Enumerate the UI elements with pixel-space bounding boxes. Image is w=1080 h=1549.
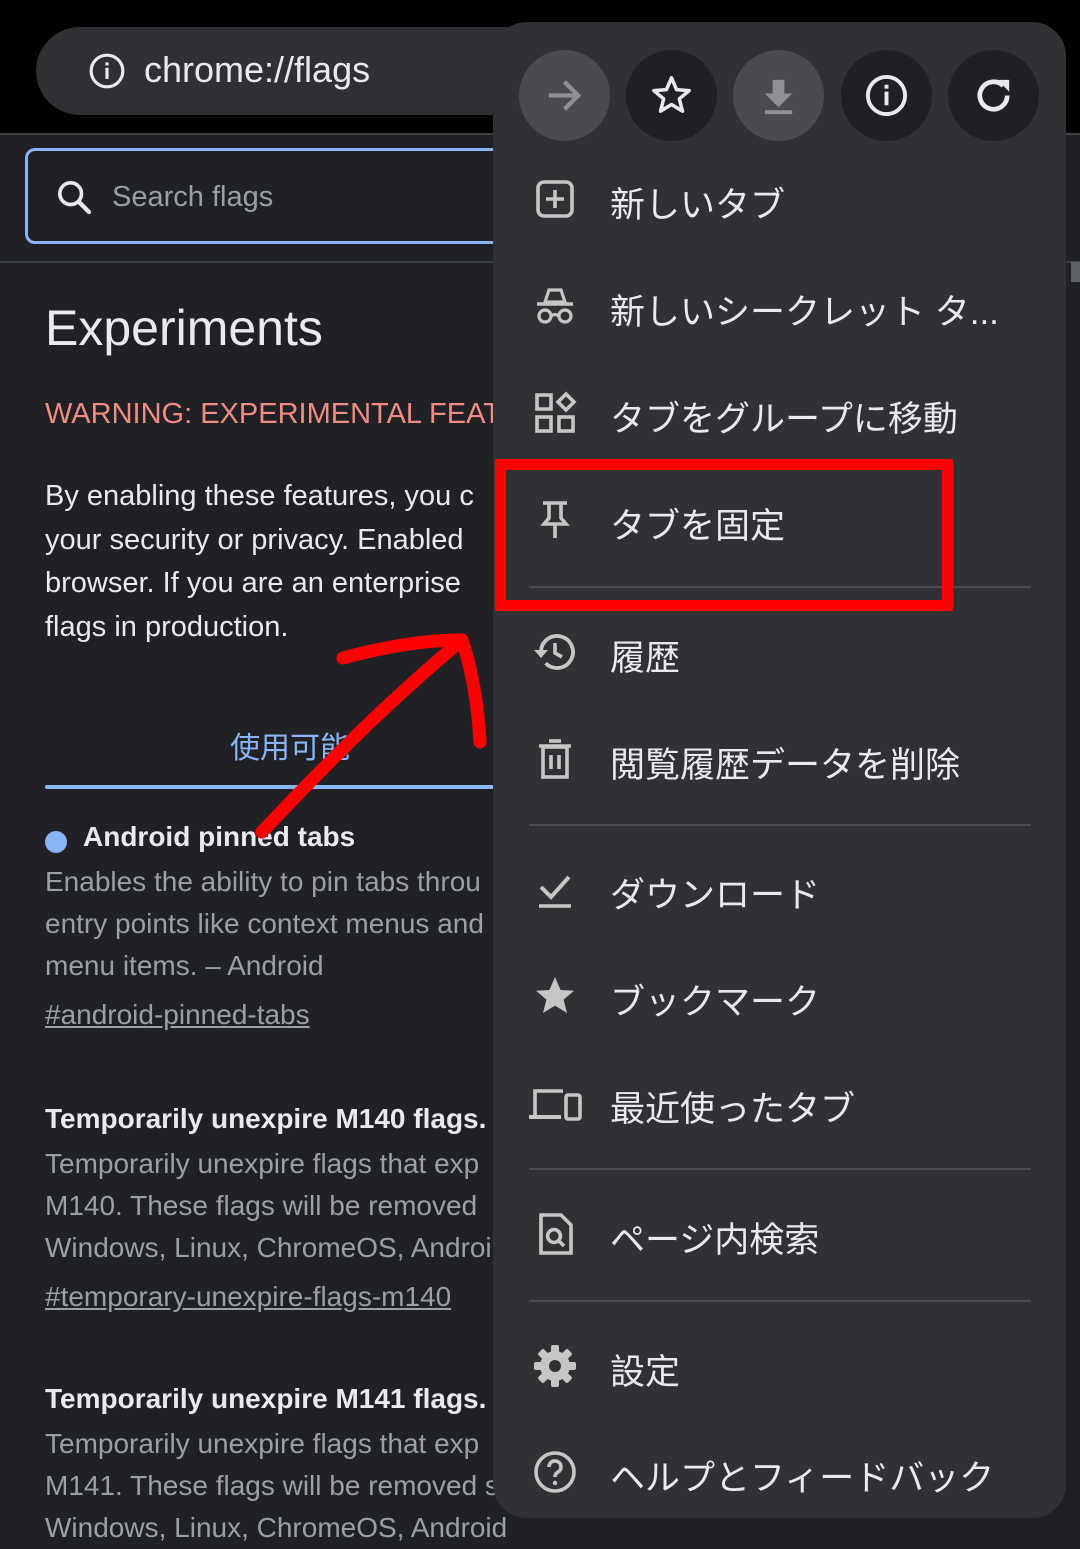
download-page-button[interactable] [733, 50, 824, 141]
search-flags-input[interactable]: Search flags [25, 148, 545, 244]
menu-item-label: 新しいタブ [610, 186, 786, 225]
menu-item-new-incognito-tab[interactable]: 新しいシークレット タ... [493, 256, 1066, 356]
menu-item-move-to-group[interactable]: タブをグループに移動 [493, 363, 1066, 463]
menu-divider [529, 824, 1031, 826]
gear-icon [534, 1345, 576, 1387]
flag-description: Enables the ability to pin tabs throu en… [45, 861, 484, 987]
menu-item-settings[interactable]: 設定 [493, 1316, 1066, 1416]
menu-item-label: ダウンロード [610, 876, 821, 915]
description-line: By enabling these features, you c [45, 480, 474, 512]
flag-link[interactable]: #temporary-unexpire-flags-m140 [45, 1281, 451, 1313]
menu-item-label: 履歴 [610, 639, 681, 678]
new-tab-icon [536, 180, 574, 218]
history-icon [534, 634, 575, 670]
menu-item-label: ブックマーク [610, 983, 821, 1022]
bookmark-button[interactable] [626, 50, 717, 141]
flag-description: Temporarily unexpire flags that exp M140… [45, 1143, 492, 1269]
forward-button[interactable] [519, 50, 610, 141]
menu-divider [529, 1300, 1031, 1302]
address-bar[interactable]: chrome://flags [36, 27, 556, 115]
flag-description-line: menu items. – Android [45, 950, 324, 981]
menu-item-history[interactable]: 履歴 [493, 602, 1066, 702]
menu-divider [529, 1168, 1031, 1170]
bookmark-star-icon [536, 977, 574, 1013]
devices-icon [529, 1089, 582, 1121]
annotation-highlight-box [495, 459, 953, 611]
menu-item-label: ヘルプとフィードバック [610, 1459, 995, 1498]
overflow-menu: 新しいタブ 新しいシークレット タ... タブをグループに移動 タブを固定 履歴… [493, 22, 1066, 1518]
menu-item-label: 最近使ったタブ [610, 1090, 856, 1129]
flag-title: Temporarily unexpire M141 flags. [45, 1383, 487, 1414]
menu-item-help-feedback[interactable]: ヘルプとフィードバック [493, 1422, 1066, 1518]
menu-item-label: ページ内検索 [610, 1221, 820, 1260]
forward-arrow-icon [548, 80, 582, 111]
description-line: your security or privacy. Enabled [45, 523, 464, 556]
menu-item-new-tab[interactable]: 新しいタブ [493, 149, 1066, 249]
page-info-button[interactable] [841, 50, 932, 141]
scrollbar-thumb[interactable] [1071, 262, 1080, 282]
menu-item-clear-browsing-data[interactable]: 閲覧履歴データを削除 [493, 709, 1066, 809]
menu-item-bookmarks[interactable]: ブックマーク [493, 946, 1066, 1046]
trash-icon [539, 739, 571, 779]
download-icon [764, 79, 793, 115]
tab-available[interactable]: 使用可能 [230, 723, 350, 767]
description-line: browser. If you are an enterprise [45, 567, 461, 599]
page-description: By enabling these features, you c your s… [45, 475, 474, 649]
address-bar-url: chrome://flags [144, 49, 371, 90]
menu-item-label: タブをグループに移動 [610, 400, 958, 439]
menu-item-downloads[interactable]: ダウンロード [493, 839, 1066, 939]
page-title: Experiments [45, 300, 323, 356]
find-in-page-icon [539, 1213, 573, 1255]
flag-description: Temporarily unexpire flags that exp M141… [45, 1423, 507, 1549]
help-icon [534, 1451, 576, 1493]
flag-link[interactable]: #android-pinned-tabs [45, 999, 310, 1031]
menu-item-label: 閲覧履歴データを削除 [610, 746, 961, 785]
flag-description-line: Enables the ability to pin tabs throu [45, 866, 481, 897]
reload-button[interactable] [948, 50, 1039, 141]
incognito-icon [537, 288, 573, 324]
flag-title: Android pinned tabs [83, 821, 356, 852]
tab-group-icon [535, 391, 577, 433]
flag-description-line: entry points like context menus and [45, 908, 484, 939]
info-icon [865, 74, 908, 117]
search-icon [58, 181, 92, 215]
flag-modified-dot [45, 831, 67, 853]
flag-title: Temporarily unexpire M140 flags. [45, 1103, 487, 1134]
site-info-icon[interactable] [88, 52, 126, 90]
flag-description-line: Windows, Linux, ChromeOS, Android [45, 1512, 508, 1543]
description-line: flags in production. [45, 610, 289, 643]
star-outline-icon [652, 76, 691, 113]
menu-item-label: 新しいシークレット タ... [610, 293, 999, 332]
flag-description-line: M141. These flags will be removed s [45, 1470, 499, 1501]
flag-description-line: Temporarily unexpire flags that exp [45, 1428, 480, 1459]
menu-item-recent-tabs[interactable]: 最近使ったタブ [493, 1053, 1066, 1153]
warning-text: WARNING: EXPERIMENTAL FEAT [45, 398, 501, 430]
menu-item-label: 設定 [610, 1353, 681, 1392]
menu-item-find-in-page[interactable]: ページ内検索 [493, 1184, 1066, 1284]
reload-icon [977, 79, 1010, 112]
search-placeholder: Search flags [112, 181, 274, 213]
flag-description-line: Windows, Linux, ChromeOS, Androi [45, 1232, 492, 1263]
download-done-icon [539, 875, 571, 908]
flag-description-line: Temporarily unexpire flags that exp [45, 1148, 480, 1179]
flag-description-line: M140. These flags will be removed [45, 1190, 478, 1221]
tab-active-indicator [45, 785, 505, 789]
